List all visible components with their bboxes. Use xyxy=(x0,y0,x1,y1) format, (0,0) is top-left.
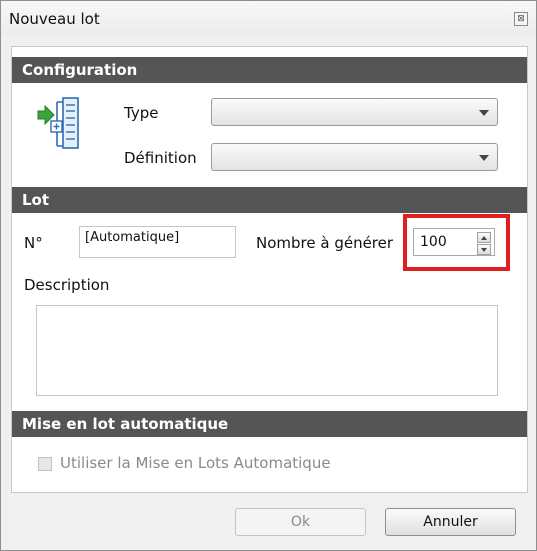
highlight-box xyxy=(403,214,510,271)
lot-header: Lot xyxy=(12,187,527,213)
batch-definition-icon xyxy=(37,97,83,151)
number-field[interactable]: [Automatique] xyxy=(79,226,236,258)
close-button[interactable]: ⊠ xyxy=(514,12,528,26)
title-bar: Nouveau lot ⊠ xyxy=(1,1,536,35)
auto-batch-checkbox[interactable] xyxy=(38,457,52,471)
ok-button[interactable]: Ok xyxy=(235,508,366,536)
definition-label: Définition xyxy=(124,149,197,167)
chevron-down-icon xyxy=(479,155,489,161)
cancel-button[interactable]: Annuler xyxy=(385,508,516,536)
dialog-window: Nouveau lot ⊠ Configuration Type Définit… xyxy=(0,0,537,551)
dialog-title: Nouveau lot xyxy=(9,10,100,28)
chevron-down-icon xyxy=(479,110,489,116)
number-label: N° xyxy=(24,234,43,252)
configuration-header: Configuration xyxy=(12,57,527,83)
auto-batch-checkbox-label: Utiliser la Mise en Lots Automatique xyxy=(60,454,331,472)
description-field[interactable] xyxy=(36,305,498,396)
description-label: Description xyxy=(24,276,110,294)
count-label: Nombre à générer xyxy=(256,234,394,252)
auto-batch-header: Mise en lot automatique xyxy=(12,411,527,437)
type-label: Type xyxy=(124,104,159,122)
type-dropdown[interactable] xyxy=(211,98,498,126)
definition-dropdown[interactable] xyxy=(211,143,498,171)
